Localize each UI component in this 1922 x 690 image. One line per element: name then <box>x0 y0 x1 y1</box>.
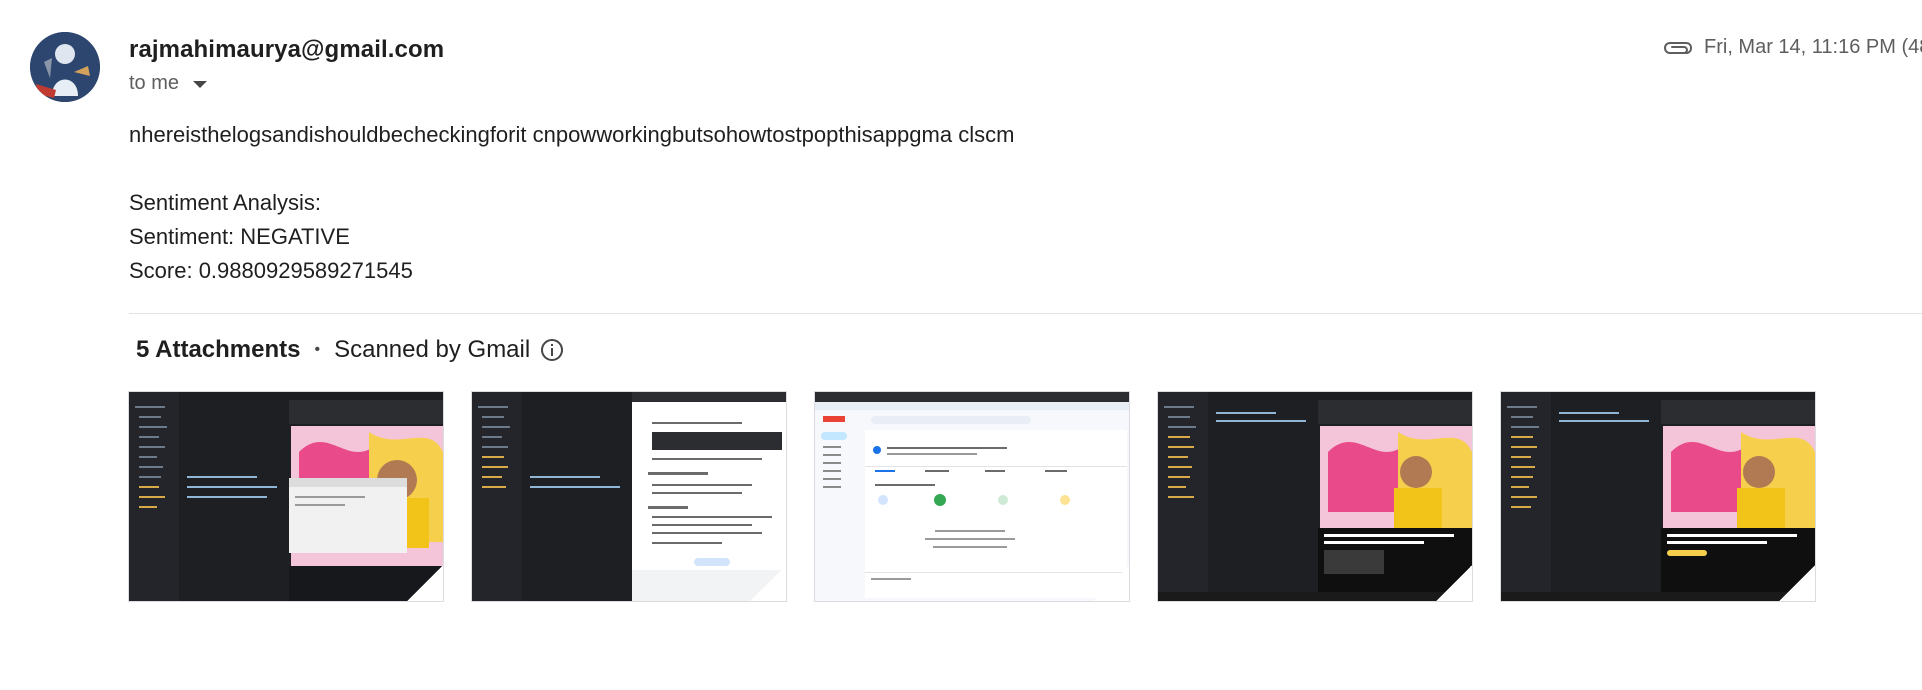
info-icon[interactable] <box>540 338 564 362</box>
email-message: rajmahimaurya@gmail.com to me Fri, Mar 1… <box>0 0 1922 690</box>
attachment-thumbnail-2[interactable] <box>472 392 786 601</box>
page-fold <box>1779 565 1815 601</box>
recipient-details-toggle[interactable]: to me <box>129 72 208 95</box>
attachment-thumbnail-3[interactable] <box>815 392 1129 601</box>
body-blank-line <box>129 152 1014 186</box>
attachment-thumbnail-5[interactable] <box>1501 392 1815 601</box>
body-line: Score: 0.9880929589271545 <box>129 258 413 283</box>
paperclip-icon <box>1662 37 1694 59</box>
header-separator: • <box>314 341 321 358</box>
body-line: Sentiment: NEGATIVE <box>129 224 350 249</box>
attachments-divider <box>129 313 1922 314</box>
message-timestamp: Fri, Mar 14, 11:16 PM (48 <box>1704 36 1922 58</box>
page-fold <box>1093 565 1129 601</box>
body-line: nhereisthelogsandishouldbecheckingforit … <box>129 122 1015 147</box>
attachments-header: 5 Attachments • Scanned by Gmail <box>136 336 564 364</box>
page-fold <box>750 565 786 601</box>
body-line: Sentiment Analysis: <box>129 190 321 215</box>
sender-email[interactable]: rajmahimaurya@gmail.com <box>129 36 444 64</box>
scan-status: Scanned by Gmail <box>334 336 531 363</box>
attachments-count: 5 Attachments <box>136 336 301 363</box>
attachment-thumbnails <box>129 392 1815 601</box>
message-meta: Fri, Mar 14, 11:16 PM (48 <box>1662 36 1922 59</box>
sender-avatar[interactable] <box>30 32 100 102</box>
page-fold <box>1436 565 1472 601</box>
attachment-thumbnail-4[interactable] <box>1158 392 1472 601</box>
recipient-label: to me <box>129 72 180 94</box>
chevron-down-icon[interactable] <box>193 81 208 88</box>
page-fold <box>407 565 443 601</box>
attachment-thumbnail-1[interactable] <box>129 392 443 601</box>
message-body: nhereisthelogsandishouldbecheckingforit … <box>129 118 1014 288</box>
